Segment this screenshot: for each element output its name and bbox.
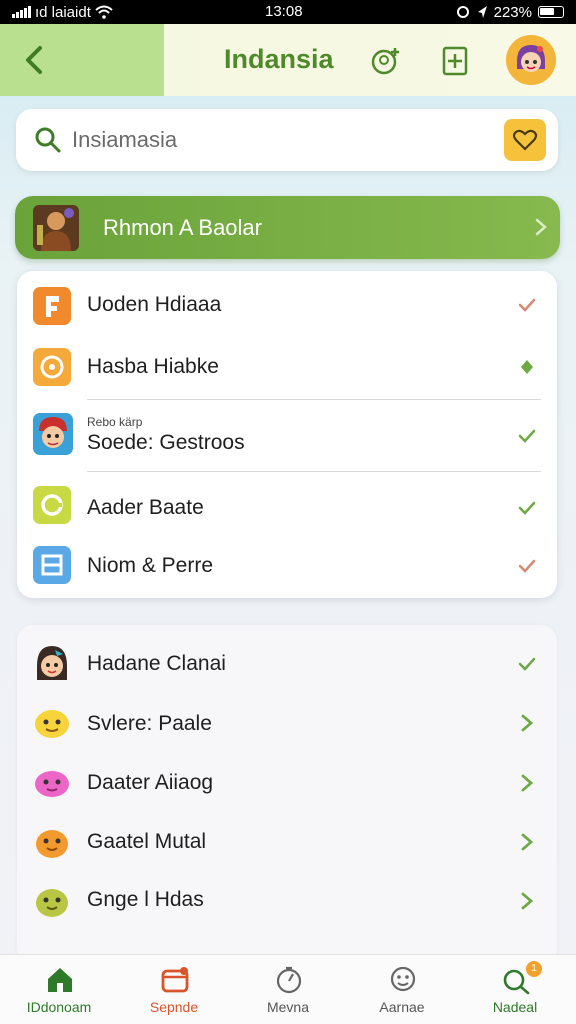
signal-icon [12, 6, 31, 18]
document-add-icon[interactable] [438, 42, 474, 78]
rotation-lock-icon [456, 6, 469, 18]
status-bar: ıd laiaidt 13:08 223% [0, 0, 576, 24]
home-icon [48, 968, 72, 992]
blue-app-icon [33, 546, 71, 584]
list-item[interactable]: Niom & Perre [17, 536, 557, 598]
avatar-girl-icon [506, 35, 556, 85]
tab-search[interactable]: 1 Nadeal [460, 955, 570, 1024]
tab-profile[interactable]: Aarnae [347, 955, 457, 1024]
chevron-right-icon [521, 774, 534, 792]
check-icon [518, 298, 536, 312]
app-header: Indansia [0, 24, 576, 96]
list-item-subtitle: Rebo kärp [87, 415, 143, 429]
featured-banner[interactable]: Rhmon A Baolar [15, 196, 560, 259]
list-item[interactable]: Uoden Hdiaaa [17, 271, 557, 337]
face-icon [390, 966, 416, 992]
list-item-label: Daater Aiiaog [87, 771, 214, 794]
list-item-label: Gnge l Hdas [87, 888, 204, 911]
status-bar-left: ıd laiaidt [12, 4, 113, 21]
yellow-emoji-icon [35, 710, 69, 738]
search-input[interactable] [72, 123, 452, 157]
clock: 13:08 [265, 3, 303, 20]
list-item-label: Soede: Gestroos [87, 431, 245, 454]
list-item-label: Hasba Hiabke [87, 355, 219, 378]
battery-percent: 223% [493, 3, 532, 21]
chevron-right-icon [521, 833, 534, 851]
bottom-nav: IDdonoam Sepnde Mevna Aarnae 1 Nadeal [0, 954, 576, 1024]
list-item[interactable]: Rebo kärp Soede: Gestroos [17, 400, 557, 472]
cartoon-character-app-icon [33, 413, 73, 455]
user-avatar[interactable] [506, 35, 556, 85]
list-item[interactable]: Hadane Clanai [17, 633, 557, 693]
check-icon [518, 501, 536, 515]
orange-circle-app-icon [33, 348, 71, 386]
chevron-right-icon [521, 892, 534, 910]
banner-label: Rhmon A Baolar [103, 215, 262, 240]
girl-avatar-icon [37, 646, 67, 680]
list-item-label: Uoden Hdiaaa [87, 293, 222, 316]
tab-label: Aarnae [379, 999, 425, 1015]
list-item-label: Hadane Clanai [87, 652, 226, 675]
chevron-right-icon [521, 714, 534, 732]
favorite-button[interactable] [504, 119, 546, 161]
pink-emoji-icon [35, 771, 69, 797]
chevron-right-icon [535, 218, 547, 236]
search-bar [16, 109, 558, 171]
list-item[interactable]: Gnge l Hdas [17, 871, 557, 931]
lime-app-icon [33, 486, 71, 524]
list-item-label: Niom & Perre [87, 554, 214, 577]
tab-home[interactable]: IDdonoam [4, 955, 114, 1024]
tab-label: IDdonoam [26, 999, 92, 1015]
check-icon [518, 657, 536, 671]
green-emoji-icon [36, 889, 68, 917]
tab-schedule[interactable]: Sepnde [119, 955, 229, 1024]
diamond-icon [521, 360, 533, 374]
carrier-label: ıd laiaidt [35, 3, 91, 21]
list-item-label: Gaatel Mutal [87, 830, 207, 853]
tab-timer[interactable]: Mevna [233, 955, 343, 1024]
list-item[interactable]: Daater Aiiaog [17, 753, 557, 813]
orange-flag-app-icon [33, 287, 71, 325]
wifi-icon [95, 5, 113, 19]
tab-label: Mevna [266, 999, 310, 1015]
battery-icon [538, 6, 564, 18]
status-bar-right: 223% [456, 4, 564, 21]
chevron-left-icon [26, 46, 42, 74]
list-item-label: Svlere: Paale [87, 712, 212, 735]
contacts-list-card: Hadane Clanai Svlere: Paale Daater Aiiao… [17, 625, 557, 965]
tab-label: Sepnde [149, 999, 199, 1015]
check-icon [518, 429, 536, 443]
orange-emoji-icon [36, 830, 68, 858]
heart-icon [512, 129, 538, 151]
list-item[interactable]: Svlere: Paale [17, 693, 557, 753]
page-title: Indansia [224, 44, 334, 74]
list-item[interactable]: Hasba Hiabke [17, 337, 557, 399]
back-button[interactable] [18, 42, 54, 78]
notification-badge: 1 [526, 961, 542, 977]
list-item[interactable]: Aader Baate [17, 472, 557, 536]
check-icon [518, 559, 536, 573]
timer-icon [276, 966, 302, 994]
app-list-card: Uoden Hdiaaa Hasba Hiabke Rebo kärp Soed… [17, 271, 557, 598]
list-item[interactable]: Gaatel Mutal [17, 813, 557, 871]
tab-label: Nadeal [492, 999, 538, 1015]
search-icon [35, 127, 61, 153]
add-contact-icon[interactable] [368, 42, 404, 78]
calendar-icon [161, 967, 189, 993]
location-icon [477, 6, 487, 18]
warrior-character-icon [33, 205, 79, 251]
list-item-label: Aader Baate [87, 496, 204, 519]
